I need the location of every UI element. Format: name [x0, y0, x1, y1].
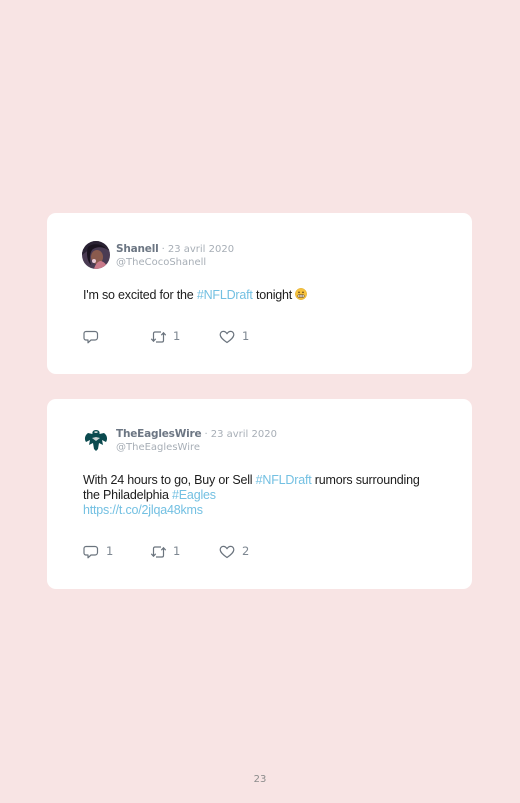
separator: ·: [161, 244, 165, 255]
tweet-text: I'm so excited for the #NFLDraft tonight: [83, 288, 423, 303]
hashtag-link[interactable]: #Eagles: [172, 488, 216, 502]
retweet-count: 1: [173, 544, 181, 558]
tweet-url-link[interactable]: https://t.co/2jlqa48kms: [83, 503, 203, 517]
like-count: 2: [242, 544, 250, 558]
tweet-actions: 1 1 2: [83, 544, 383, 560]
retweet-icon: [150, 331, 167, 343]
tweet-date[interactable]: 23 avril 2020: [211, 429, 277, 440]
tweet-text-part: With 24 hours to go, Buy or Sell: [83, 473, 256, 487]
tweet-actions: 1 1: [83, 329, 383, 345]
tweet-text-part: tonight: [252, 288, 296, 302]
tweet-card[interactable]: Shanell · 23 avril 2020 @TheCocoShanell …: [47, 213, 472, 374]
avatar[interactable]: [82, 426, 110, 454]
reply-count: 1: [106, 544, 114, 558]
heart-icon: [219, 330, 235, 344]
page-number: 23: [253, 774, 267, 785]
retweet-icon: [150, 546, 167, 558]
tweet-text-part: I'm so excited for the: [83, 288, 197, 302]
like-count: 1: [242, 329, 250, 343]
grimacing-face-icon: [295, 288, 308, 300]
author-line: TheEaglesWire · 23 avril 2020: [116, 428, 277, 441]
separator: ·: [204, 429, 208, 440]
heart-icon: [219, 545, 235, 559]
reply-icon: [83, 545, 99, 559]
tweet-text: With 24 hours to go, Buy or Sell #NFLDra…: [83, 473, 423, 518]
reply-icon: [83, 330, 99, 344]
author-name[interactable]: TheEaglesWire: [116, 428, 202, 440]
tweet-date[interactable]: 23 avril 2020: [168, 244, 234, 255]
author-handle[interactable]: @TheEaglesWire: [116, 442, 200, 454]
tweet-card[interactable]: TheEaglesWire · 23 avril 2020 @TheEagles…: [47, 399, 472, 589]
hashtag-link[interactable]: #NFLDraft: [197, 288, 253, 302]
author-line: Shanell · 23 avril 2020: [116, 243, 234, 256]
retweet-count: 1: [173, 329, 181, 343]
author-name[interactable]: Shanell: [116, 243, 159, 255]
hashtag-link[interactable]: #NFLDraft: [256, 473, 312, 487]
author-handle[interactable]: @TheCocoShanell: [116, 257, 206, 269]
avatar[interactable]: [82, 241, 110, 269]
